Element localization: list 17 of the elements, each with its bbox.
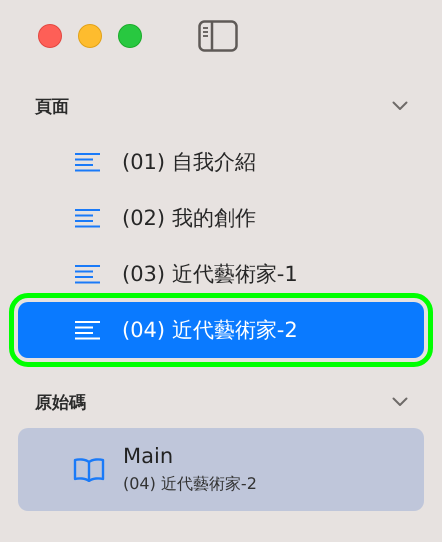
section-title: 原始碼 [35,392,86,414]
page-item[interactable]: (04) 近代藝術家-2 [18,302,424,358]
lines-icon [75,264,101,284]
page-item[interactable]: (02) 我的創作 [18,190,424,246]
lines-icon [75,320,101,340]
close-button[interactable] [38,24,62,48]
source-item[interactable]: Main (04) 近代藝術家-2 [18,428,424,511]
chevron-icon[interactable] [392,397,408,407]
chevron-icon[interactable] [392,101,408,111]
page-item[interactable]: (03) 近代藝術家-1 [18,246,424,302]
zoom-button[interactable] [118,24,142,48]
book-icon [73,458,105,482]
lines-icon [75,152,101,172]
page-item[interactable]: (01) 自我介紹 [18,134,424,190]
sidebar-toggle-icon[interactable] [198,20,238,52]
lines-icon [75,208,101,228]
section-title: 頁面 [35,96,69,118]
